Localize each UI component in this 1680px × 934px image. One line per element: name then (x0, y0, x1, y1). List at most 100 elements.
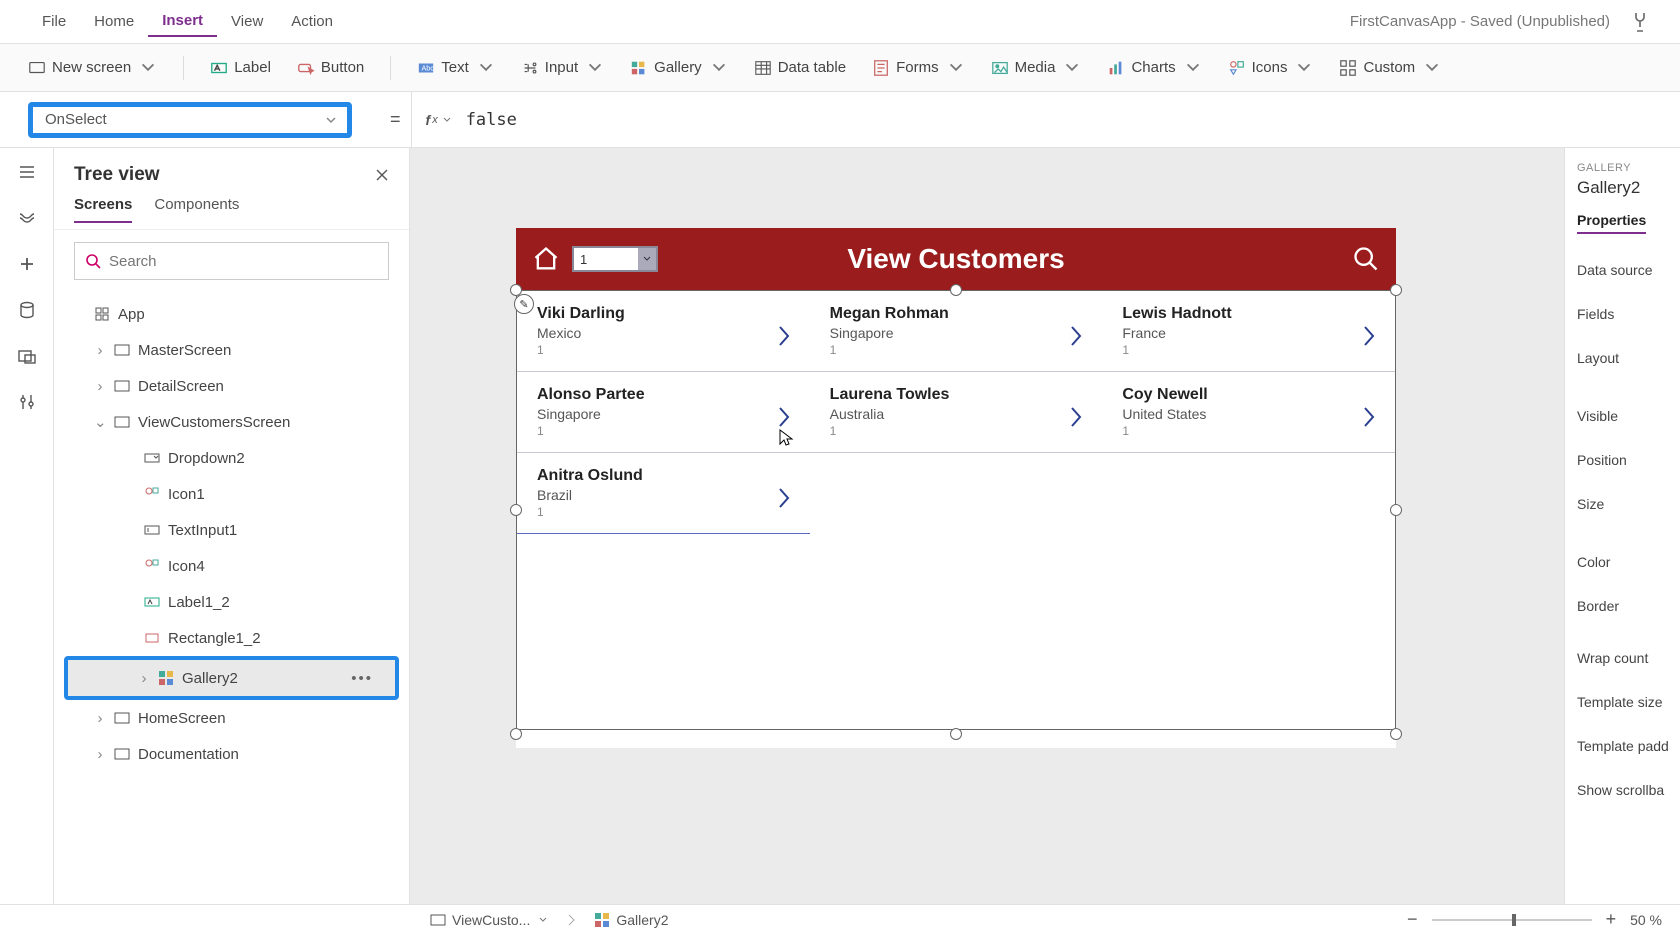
gallery-item[interactable]: Megan RohmanSingapore1 (810, 291, 1103, 371)
tree-node-label1_2[interactable]: Label1_2 (54, 584, 409, 620)
tab-screens[interactable]: Screens (74, 196, 132, 223)
prop-layout[interactable]: Layout (1577, 350, 1668, 366)
tree-node-detailscreen[interactable]: ›DetailScreen (54, 368, 409, 404)
media-pane-icon[interactable] (17, 346, 37, 366)
dropdown2-control[interactable]: 1 (572, 246, 658, 272)
selection-handle[interactable] (1390, 728, 1402, 740)
tab-components[interactable]: Components (154, 196, 239, 223)
more-icon[interactable]: ••• (351, 670, 373, 687)
gallery-item[interactable]: Laurena TowlesAustralia1 (810, 372, 1103, 452)
home-icon[interactable] (532, 245, 560, 273)
gallery-item[interactable]: Alonso ParteeSingapore1 (517, 372, 810, 452)
chevron-right-icon[interactable] (776, 485, 792, 511)
search-icon (85, 253, 101, 269)
media-dropdown[interactable]: Media (991, 59, 1082, 77)
prop-size[interactable]: Size (1577, 496, 1668, 512)
breadcrumb-screen[interactable]: ViewCusto... (430, 912, 548, 928)
edit-template-icon[interactable]: ✎ (514, 294, 534, 314)
chevron-right-icon[interactable] (776, 323, 792, 349)
app-title: FirstCanvasApp - Saved (Unpublished) (1350, 13, 1610, 30)
zoom-in-button[interactable]: + (1606, 909, 1617, 930)
data-table-button[interactable]: Data table (754, 59, 846, 77)
tree-node-masterscreen[interactable]: ›MasterScreen (54, 332, 409, 368)
tree-search[interactable] (74, 242, 389, 280)
selection-handle[interactable] (510, 504, 522, 516)
tree-node-documentation[interactable]: ›Documentation (54, 736, 409, 772)
selection-handle[interactable] (950, 728, 962, 740)
tree-node-textinput1[interactable]: TextInput1 (54, 512, 409, 548)
tree-node-gallery2[interactable]: ›Gallery2••• (68, 660, 395, 696)
prop-show-scrollbar[interactable]: Show scrollba (1577, 782, 1668, 798)
menu-action[interactable]: Action (277, 7, 347, 36)
new-screen-button[interactable]: New screen (28, 59, 157, 77)
gallery-icon (594, 912, 610, 928)
chevron-right-icon[interactable] (1068, 323, 1084, 349)
selection-handle[interactable] (950, 284, 962, 296)
chevron-right-icon[interactable] (1068, 404, 1084, 430)
hamburger-icon[interactable] (17, 162, 37, 182)
gallery2-control[interactable]: Viki DarlingMexico1 Megan RohmanSingapor… (516, 290, 1396, 730)
chevron-right-icon[interactable] (776, 404, 792, 430)
tree-node-dropdown2[interactable]: Dropdown2 (54, 440, 409, 476)
tree-view-icon[interactable] (17, 208, 37, 228)
tree-node-homescreen[interactable]: ›HomeScreen (54, 700, 409, 736)
chevron-right-icon[interactable] (1361, 404, 1377, 430)
tree-search-input[interactable] (109, 253, 378, 270)
tree-node-app[interactable]: App (54, 296, 409, 332)
prop-position[interactable]: Position (1577, 452, 1668, 468)
menu-home[interactable]: Home (80, 7, 148, 36)
data-icon[interactable] (17, 300, 37, 320)
advanced-tools-icon[interactable] (17, 392, 37, 412)
input-dropdown[interactable]: Input (521, 59, 604, 77)
bottom-bar: ViewCusto... Gallery2 − + 50 % (0, 904, 1680, 934)
forms-dropdown[interactable]: Forms (872, 59, 965, 77)
button-button[interactable]: Button (297, 59, 364, 77)
zoom-percent: 50 % (1630, 912, 1662, 928)
menu-file[interactable]: File (28, 7, 80, 36)
gallery-item[interactable]: Anitra OslundBrazil1 (517, 453, 810, 534)
diagnostics-icon[interactable] (1628, 10, 1652, 34)
menu-view[interactable]: View (217, 7, 277, 36)
text-dropdown[interactable]: Abc Text (417, 59, 495, 77)
ribbon: New screen Label Button Abc Text Input G… (0, 44, 1680, 92)
prop-color[interactable]: Color (1577, 554, 1668, 570)
tree-node-rectangle1_2[interactable]: Rectangle1_2 (54, 620, 409, 656)
charts-dropdown[interactable]: Charts (1107, 59, 1201, 77)
selection-handle[interactable] (1390, 504, 1402, 516)
prop-fields[interactable]: Fields (1577, 306, 1668, 322)
prop-border[interactable]: Border (1577, 598, 1668, 614)
gallery-dropdown[interactable]: Gallery (630, 59, 728, 77)
search-icon[interactable] (1352, 245, 1380, 273)
gallery-item[interactable]: Lewis HadnottFrance1 (1102, 291, 1395, 371)
breadcrumb-control[interactable]: Gallery2 (594, 912, 668, 928)
app-canvas[interactable]: 1 View Customers Viki DarlingMexico1 Meg… (516, 228, 1396, 748)
property-selector[interactable] (28, 102, 352, 138)
gallery-item[interactable]: Coy NewellUnited States1 (1102, 372, 1395, 452)
prop-data-source[interactable]: Data source (1577, 262, 1668, 278)
tree-node-viewcustomersscreen[interactable]: ⌄ViewCustomersScreen (54, 404, 409, 440)
tab-properties[interactable]: Properties (1577, 212, 1646, 234)
fx-button[interactable]: fx (426, 112, 452, 128)
tree-node-icon4[interactable]: Icon4 (54, 548, 409, 584)
selection-handle[interactable] (510, 728, 522, 740)
gallery-item[interactable]: Viki DarlingMexico1 (517, 291, 810, 371)
canvas-area[interactable]: 1 View Customers Viki DarlingMexico1 Meg… (410, 148, 1564, 904)
prop-template-size[interactable]: Template size (1577, 694, 1668, 710)
prop-template-padding[interactable]: Template padd (1577, 738, 1668, 754)
chevron-right-icon[interactable] (1361, 323, 1377, 349)
prop-visible[interactable]: Visible (1577, 408, 1668, 424)
menu-insert[interactable]: Insert (148, 6, 217, 37)
prop-wrap-count[interactable]: Wrap count (1577, 650, 1668, 666)
zoom-slider[interactable] (1432, 919, 1592, 921)
props-category: GALLERY (1577, 162, 1668, 174)
selection-handle[interactable] (1390, 284, 1402, 296)
custom-dropdown[interactable]: Custom (1339, 59, 1441, 77)
zoom-out-button[interactable]: − (1407, 909, 1418, 930)
icons-dropdown[interactable]: Icons (1228, 59, 1314, 77)
formula-input[interactable] (466, 110, 1680, 130)
close-icon[interactable] (375, 168, 389, 182)
insert-pane-icon[interactable] (17, 254, 37, 274)
label-button[interactable]: Label (210, 59, 271, 77)
tree-node-icon1[interactable]: Icon1 (54, 476, 409, 512)
svg-text:Abc: Abc (422, 63, 435, 72)
